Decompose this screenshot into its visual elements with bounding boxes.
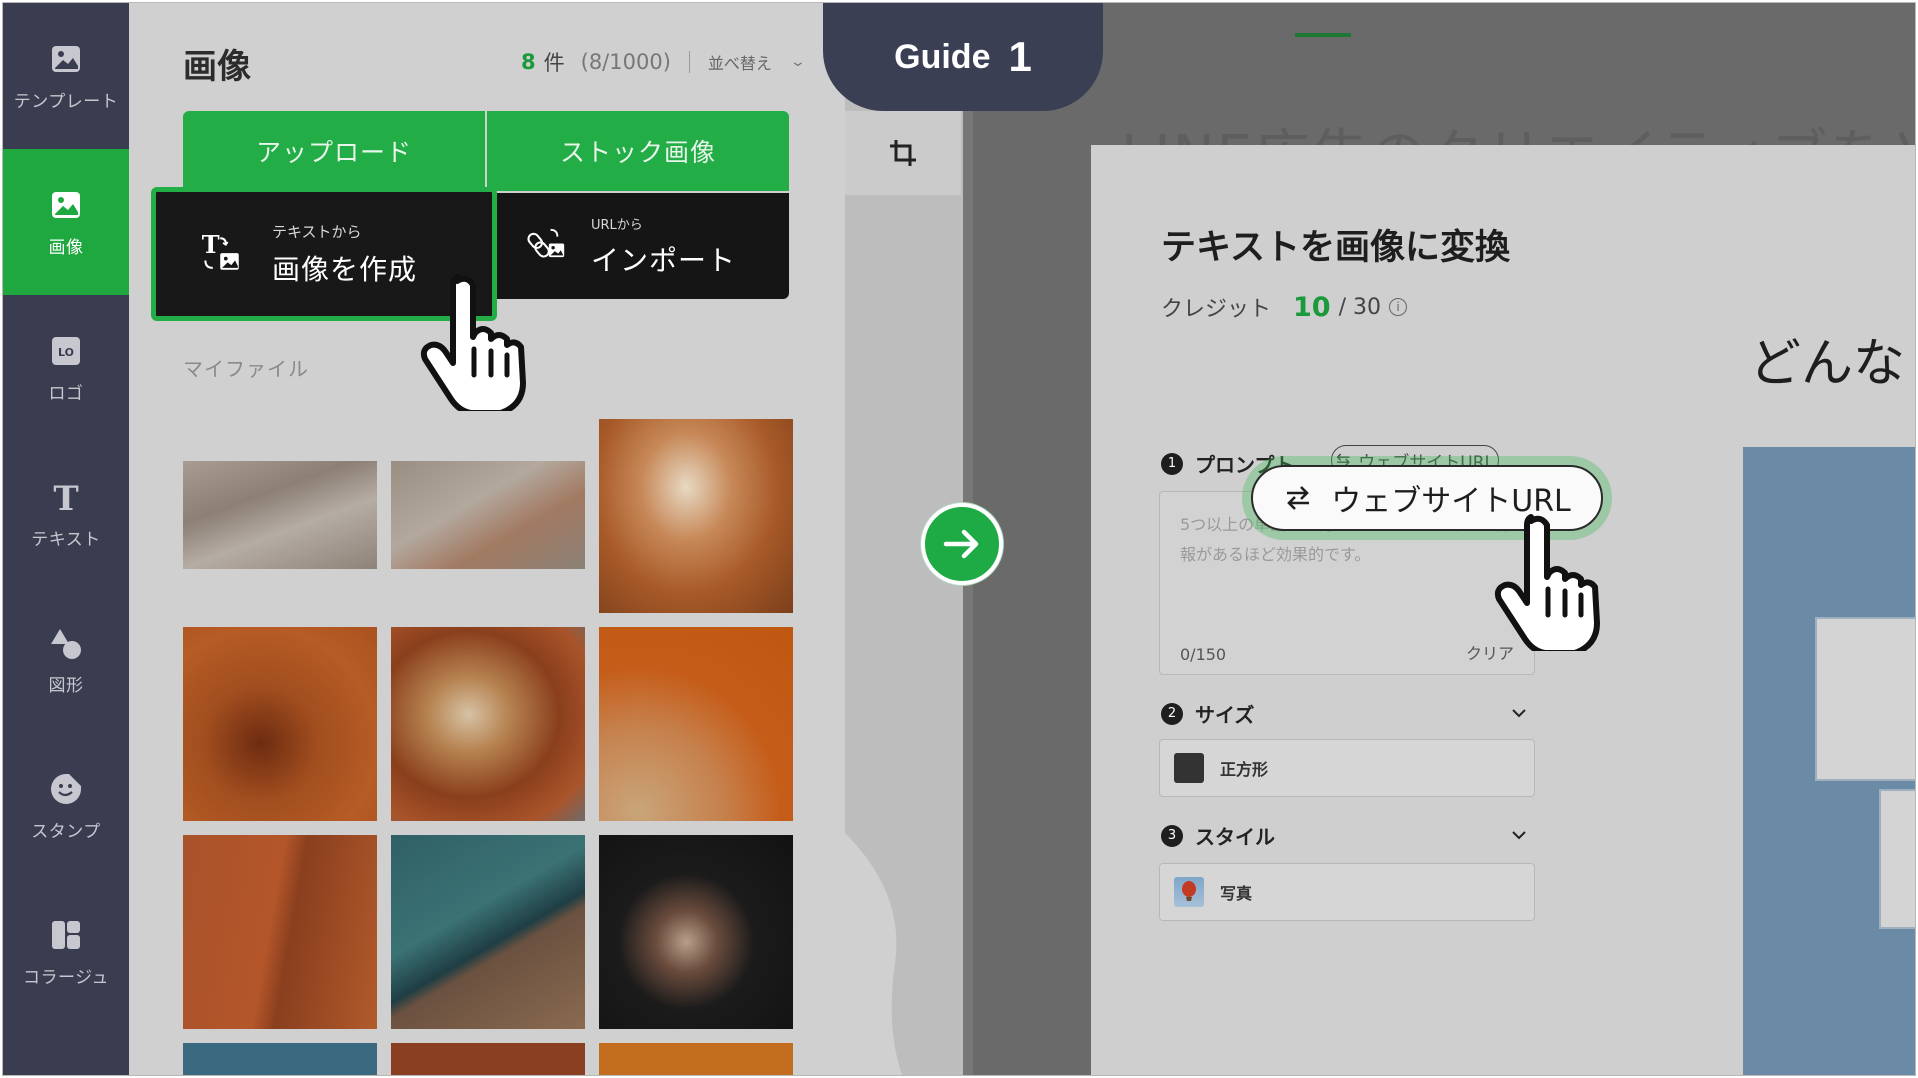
nav-label: 画像 — [48, 237, 84, 258]
divider — [688, 51, 690, 73]
image-thumbnail[interactable] — [599, 419, 793, 613]
step-label: サイズ — [1195, 703, 1255, 727]
chevron-down-icon[interactable] — [1511, 827, 1527, 843]
image-icon — [48, 187, 84, 223]
image-thumbnail[interactable] — [391, 835, 585, 1029]
step-number: 1 — [1161, 452, 1183, 475]
link-image-icon — [521, 219, 575, 273]
chevron-down-icon[interactable]: ⌄ — [790, 54, 806, 70]
credit-value: 10 — [1293, 291, 1331, 323]
pointer-hand-icon — [1494, 514, 1600, 651]
info-icon[interactable]: i — [1389, 298, 1407, 316]
prompt-counter: 0/150 — [1180, 645, 1227, 664]
credit-total: / 30 — [1338, 294, 1381, 320]
pointer-hand-icon — [420, 274, 526, 411]
guide-number: 1 — [1008, 33, 1032, 80]
image-thumbnail[interactable] — [599, 835, 793, 1029]
nav-label: テキスト — [31, 529, 101, 550]
credit-label: クレジット — [1161, 297, 1272, 322]
step-label: スタイル — [1195, 825, 1275, 849]
left-nav: テンプレート 画像 LO ロゴ T テキスト 図形 スタンプ コラージュ — [3, 3, 129, 1075]
nav-item-template[interactable]: テンプレート — [3, 3, 129, 149]
stock-images-button[interactable]: ストック画像 — [487, 111, 789, 191]
next-arrow-button[interactable] — [921, 503, 1003, 585]
panel-title: 画像 — [183, 47, 251, 87]
active-tab-indicator — [1295, 33, 1351, 37]
canvas-heading-text: どんな — [1749, 334, 1906, 394]
screenshot-frame: テンプレート 画像 LO ロゴ T テキスト 図形 スタンプ コラージュ 画像 … — [2, 2, 1916, 1076]
nav-item-collage[interactable]: コラージュ — [3, 879, 129, 1025]
nav-item-shapes[interactable]: 図形 — [3, 587, 129, 733]
svg-text:LO: LO — [58, 346, 74, 359]
collage-icon — [48, 917, 84, 953]
nav-label: ロゴ — [48, 383, 84, 404]
style-value: 写真 — [1220, 884, 1253, 903]
step-number: 3 — [1161, 824, 1183, 847]
nav-item-sticker[interactable]: スタンプ — [3, 733, 129, 879]
upload-button[interactable]: アップロード — [183, 111, 485, 191]
nav-label: テンプレート — [13, 91, 119, 112]
step-size[interactable]: 2 サイズ — [1161, 699, 1254, 728]
url-import-small-label: URLから — [591, 217, 643, 233]
image-thumbnail[interactable] — [391, 461, 585, 569]
nav-item-text[interactable]: T テキスト — [3, 441, 129, 587]
step-style[interactable]: 3 スタイル — [1161, 821, 1275, 850]
sort-dropdown[interactable]: 並べ替え — [708, 50, 772, 74]
svg-text:T: T — [53, 480, 78, 514]
square-icon — [1174, 753, 1204, 783]
logo-icon: LO — [48, 333, 84, 369]
my-files-heading: マイファイル — [183, 357, 309, 381]
text-icon: T — [48, 479, 84, 515]
card-title: テキストを画像に変換 — [1161, 228, 1510, 268]
swap-icon — [1283, 485, 1313, 511]
text-to-image-icon: T — [196, 227, 250, 281]
url-import-labels: URLから インポート — [591, 214, 736, 279]
image-thumbnail[interactable] — [599, 1043, 793, 1075]
arrow-right-icon — [943, 529, 979, 559]
chevron-down-icon[interactable] — [1511, 705, 1527, 721]
size-value: 正方形 — [1220, 760, 1269, 779]
size-select[interactable]: 正方形 — [1159, 739, 1535, 797]
panel-wave-edge — [845, 833, 903, 1075]
nav-label: 図形 — [48, 675, 84, 696]
count-number: 8 — [521, 50, 536, 74]
crop-button[interactable] — [845, 111, 961, 195]
image-thumbnail[interactable] — [183, 461, 377, 569]
image-thumbnail[interactable] — [391, 627, 585, 821]
image-panel: 画像 8 件 (8/1000) 並べ替え ⌄ アップロード ストック画像 T テ… — [129, 3, 845, 1075]
text-to-image-small-label: テキストから — [272, 222, 362, 241]
guide-badge: Guide 1 — [823, 3, 1103, 111]
image-thumbnail[interactable] — [391, 1043, 585, 1075]
guide-label: Guide — [894, 37, 991, 76]
url-import-big-label: インポート — [591, 243, 737, 277]
nav-item-logo[interactable]: LO ロゴ — [3, 295, 129, 441]
crop-icon — [890, 140, 916, 166]
image-thumbnail[interactable] — [183, 835, 377, 1029]
canvas-card-block — [1815, 617, 1915, 781]
sticker-icon — [48, 771, 84, 807]
style-select[interactable]: 写真 — [1159, 863, 1535, 921]
nav-label: コラージュ — [23, 967, 109, 988]
image-thumbnail[interactable] — [599, 627, 793, 821]
balloon-photo-icon — [1174, 877, 1204, 907]
count-detail: (8/1000) — [580, 50, 671, 74]
nav-label: スタンプ — [31, 821, 101, 842]
image-thumbnail[interactable] — [183, 627, 377, 821]
nav-item-image[interactable]: 画像 — [3, 149, 129, 295]
image-icon — [48, 41, 84, 77]
svg-text:T: T — [202, 230, 220, 259]
text-to-image-labels: テキストから 画像を作成 — [272, 221, 417, 288]
image-thumbnail[interactable] — [183, 1043, 377, 1075]
text-to-image-big-label: 画像を作成 — [272, 252, 418, 286]
count-unit: 件 — [543, 51, 565, 75]
shapes-icon — [48, 625, 84, 661]
canvas-card-block — [1879, 789, 1915, 929]
step-number: 2 — [1161, 702, 1183, 725]
credit-info: クレジット 10 / 30 i — [1161, 291, 1407, 323]
image-count: 8 件 (8/1000) 並べ替え ⌄ — [521, 47, 806, 77]
